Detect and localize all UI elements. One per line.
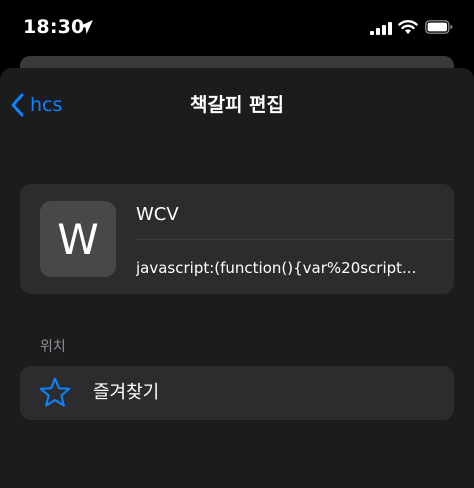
battery-icon xyxy=(425,20,453,34)
bookmark-thumbnail: W xyxy=(40,201,116,277)
bookmark-details-card: W WCV javascript:(function(){var%20scrip… xyxy=(20,184,454,294)
bookmark-title-field[interactable]: WCV xyxy=(136,200,436,234)
field-divider xyxy=(136,239,454,240)
star-icon xyxy=(39,377,71,407)
location-folder-label: 즐겨찾기 xyxy=(93,382,160,403)
navigation-bar: hcs 책갈피 편집 xyxy=(0,68,474,140)
status-time: 18:30 xyxy=(23,16,85,38)
wifi-icon xyxy=(398,20,418,34)
edit-bookmark-sheet: hcs 책갈피 편집 W WCV javascript:(function(){… xyxy=(0,68,474,488)
location-folder-row[interactable]: 즐겨찾기 xyxy=(20,366,454,420)
location-arrow-icon xyxy=(79,20,93,34)
bookmark-url-field[interactable]: javascript:(function(){var%20script... xyxy=(136,254,438,282)
location-section-label: 위치 xyxy=(40,339,66,355)
page-title: 책갈피 편집 xyxy=(189,94,284,116)
status-bar: 18:30 xyxy=(0,0,474,58)
cellular-signal-icon xyxy=(370,22,392,35)
